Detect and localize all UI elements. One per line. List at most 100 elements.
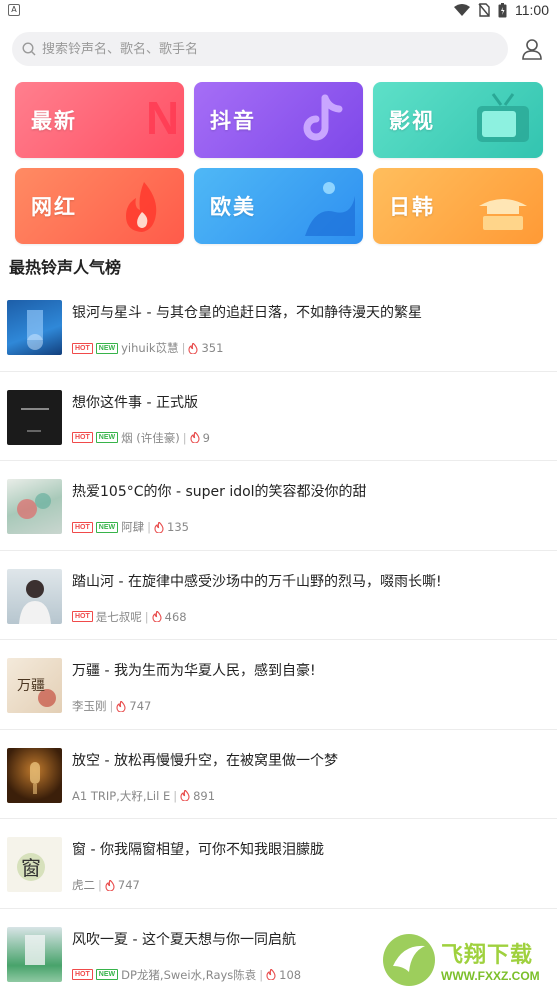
watermark-url: WWW.FXXZ.COM — [441, 969, 540, 983]
song-cover — [7, 300, 62, 355]
profile-button[interactable] — [520, 37, 544, 61]
song-cover: 窗 — [7, 837, 62, 892]
song-cover — [7, 568, 62, 624]
category-label: 抖音 — [210, 109, 256, 133]
song-meta: HOT NEW 阿肆 | 135 — [72, 519, 189, 535]
fire-icon — [105, 879, 115, 891]
song-meta: A1 TRIP,大籽,Lil E | 891 — [72, 788, 215, 804]
song-row[interactable]: 银河与星斗 - 与其仓皇的追赶日落，不如静待漫天的繁星 HOT NEW yihu… — [0, 282, 557, 372]
clock: 11:00 — [515, 2, 549, 18]
song-cover — [7, 747, 62, 803]
song-cover — [7, 389, 62, 445]
user-icon — [522, 39, 542, 60]
fire-icon — [266, 969, 276, 980]
category-label: 日韩 — [389, 195, 435, 219]
song-meta: 李玉刚 | 747 — [72, 698, 151, 714]
song-meta: HOT NEW 烟 (许佳豪) | 9 — [72, 430, 210, 446]
letter-n-icon: N — [146, 92, 176, 144]
song-cover: 万疆 — [7, 658, 62, 713]
temple-icon — [479, 199, 527, 230]
fire-icon — [116, 700, 126, 712]
category-film[interactable]: 影视 — [373, 82, 543, 158]
song-row[interactable]: 窗 窗 - 你我隔窗相望，可你不知我眼泪朦胧 虎二 | 747 — [0, 819, 557, 909]
divider: | — [109, 699, 114, 713]
hot-badge: HOT — [72, 342, 93, 354]
song-title: 风吹一夏 - 这个夏天想与你一同启航 — [72, 931, 296, 948]
song-meta: HOT NEW DP龙猪,Swei水,Rays陈袁 | 108 — [72, 967, 301, 983]
song-title: 万疆 - 我为生而为华夏人民，感到自豪! — [72, 663, 316, 679]
no-sim-icon — [478, 3, 490, 17]
play-count: 135 — [167, 520, 189, 534]
fire-icon — [152, 611, 162, 622]
divider: | — [173, 788, 178, 803]
divider: | — [181, 341, 186, 355]
song-artist: 虎二 — [72, 878, 95, 892]
section-title: 最热铃声人气榜 — [9, 258, 122, 277]
song-meta: 虎二 | 747 — [72, 877, 140, 893]
divider: | — [147, 520, 151, 534]
play-count: 747 — [129, 699, 152, 713]
watermark-logo-icon — [383, 934, 435, 986]
divider: | — [144, 609, 149, 624]
hot-badge: HOT — [72, 969, 93, 980]
app-notification-icon: A — [8, 4, 20, 16]
play-count: 351 — [201, 341, 224, 355]
tv-icon — [477, 93, 529, 142]
song-artist: 阿肆 — [121, 520, 145, 534]
song-title: 踏山河 - 在旋律中感受沙场中的万千山野的烈马，啜雨长嘶! — [72, 573, 442, 590]
search-input[interactable] — [42, 41, 482, 57]
hot-badge: HOT — [72, 432, 93, 443]
new-badge: NEW — [95, 969, 119, 980]
divider: | — [259, 967, 264, 982]
search-row — [12, 32, 549, 66]
song-cover — [7, 479, 62, 534]
search-icon — [22, 42, 36, 56]
song-title: 想你这件事 - 正式版 — [72, 394, 198, 411]
site-watermark: 飞翔下载 WWW.FXXZ.COM — [381, 931, 551, 989]
song-artist: 李玉刚 — [72, 699, 107, 713]
new-badge: NEW — [95, 342, 119, 354]
tiktok-icon — [303, 94, 343, 141]
svg-text:万疆: 万疆 — [17, 678, 45, 694]
category-western[interactable]: 欧美 — [194, 168, 363, 244]
search-bar[interactable] — [12, 32, 508, 66]
song-cover — [7, 926, 62, 982]
category-grid: 最新 N 抖音 影视 网红 欧美 日韩 — [15, 82, 545, 244]
song-title: 放空 - 放松再慢慢升空，在被窝里做一个梦 — [72, 752, 338, 769]
song-artist: A1 TRIP,大籽,Lil E — [72, 788, 171, 803]
song-artist: yihuik苡慧 — [121, 341, 179, 355]
fire-icon — [154, 521, 164, 533]
song-row[interactable]: 想你这件事 - 正式版 HOT NEW 烟 (许佳豪) | 9 — [0, 372, 557, 461]
play-count: 468 — [164, 609, 187, 624]
svg-text:N: N — [146, 92, 176, 144]
category-label: 网红 — [31, 195, 77, 219]
play-count: 9 — [202, 430, 210, 445]
song-artist: DP龙猪,Swei水,Rays陈袁 — [121, 967, 257, 982]
song-row[interactable]: 放空 - 放松再慢慢升空，在被窝里做一个梦 A1 TRIP,大籽,Lil E |… — [0, 730, 557, 819]
category-influencer[interactable]: 网红 — [15, 168, 184, 244]
category-douyin[interactable]: 抖音 — [194, 82, 363, 158]
category-jk[interactable]: 日韩 — [373, 168, 543, 244]
song-row[interactable]: 踏山河 - 在旋律中感受沙场中的万千山野的烈马，啜雨长嘶! HOT 是七叔呢 |… — [0, 551, 557, 640]
song-title: 窗 - 你我隔窗相望，可你不知我眼泪朦胧 — [72, 842, 324, 858]
song-meta: HOT NEW yihuik苡慧 | 351 — [72, 340, 223, 356]
song-artist: 烟 (许佳豪) — [121, 430, 180, 445]
new-badge: NEW — [95, 521, 119, 533]
song-row[interactable]: 万疆 万疆 - 我为生而为华夏人民，感到自豪! 李玉刚 | 747 — [0, 640, 557, 730]
category-label: 欧美 — [210, 195, 256, 219]
watermark-title: 飞翔下载 — [441, 943, 534, 968]
play-count: 891 — [193, 788, 216, 803]
fire-icon — [188, 342, 198, 354]
new-badge: NEW — [95, 432, 119, 443]
flame-icon — [126, 182, 157, 232]
wifi-icon — [454, 4, 470, 16]
play-count: 747 — [117, 878, 140, 892]
category-latest[interactable]: 最新 N — [15, 82, 184, 158]
category-label: 最新 — [31, 109, 77, 133]
fire-icon — [180, 790, 190, 801]
song-title: 热爱105°C的你 - super idol的笑容都没你的甜 — [72, 484, 367, 500]
song-title: 银河与星斗 - 与其仓皇的追赶日落，不如静待漫天的繁星 — [72, 305, 422, 321]
song-row[interactable]: 热爱105°C的你 - super idol的笑容都没你的甜 HOT NEW 阿… — [0, 461, 557, 551]
divider: | — [182, 430, 187, 445]
hot-badge: HOT — [72, 521, 93, 533]
